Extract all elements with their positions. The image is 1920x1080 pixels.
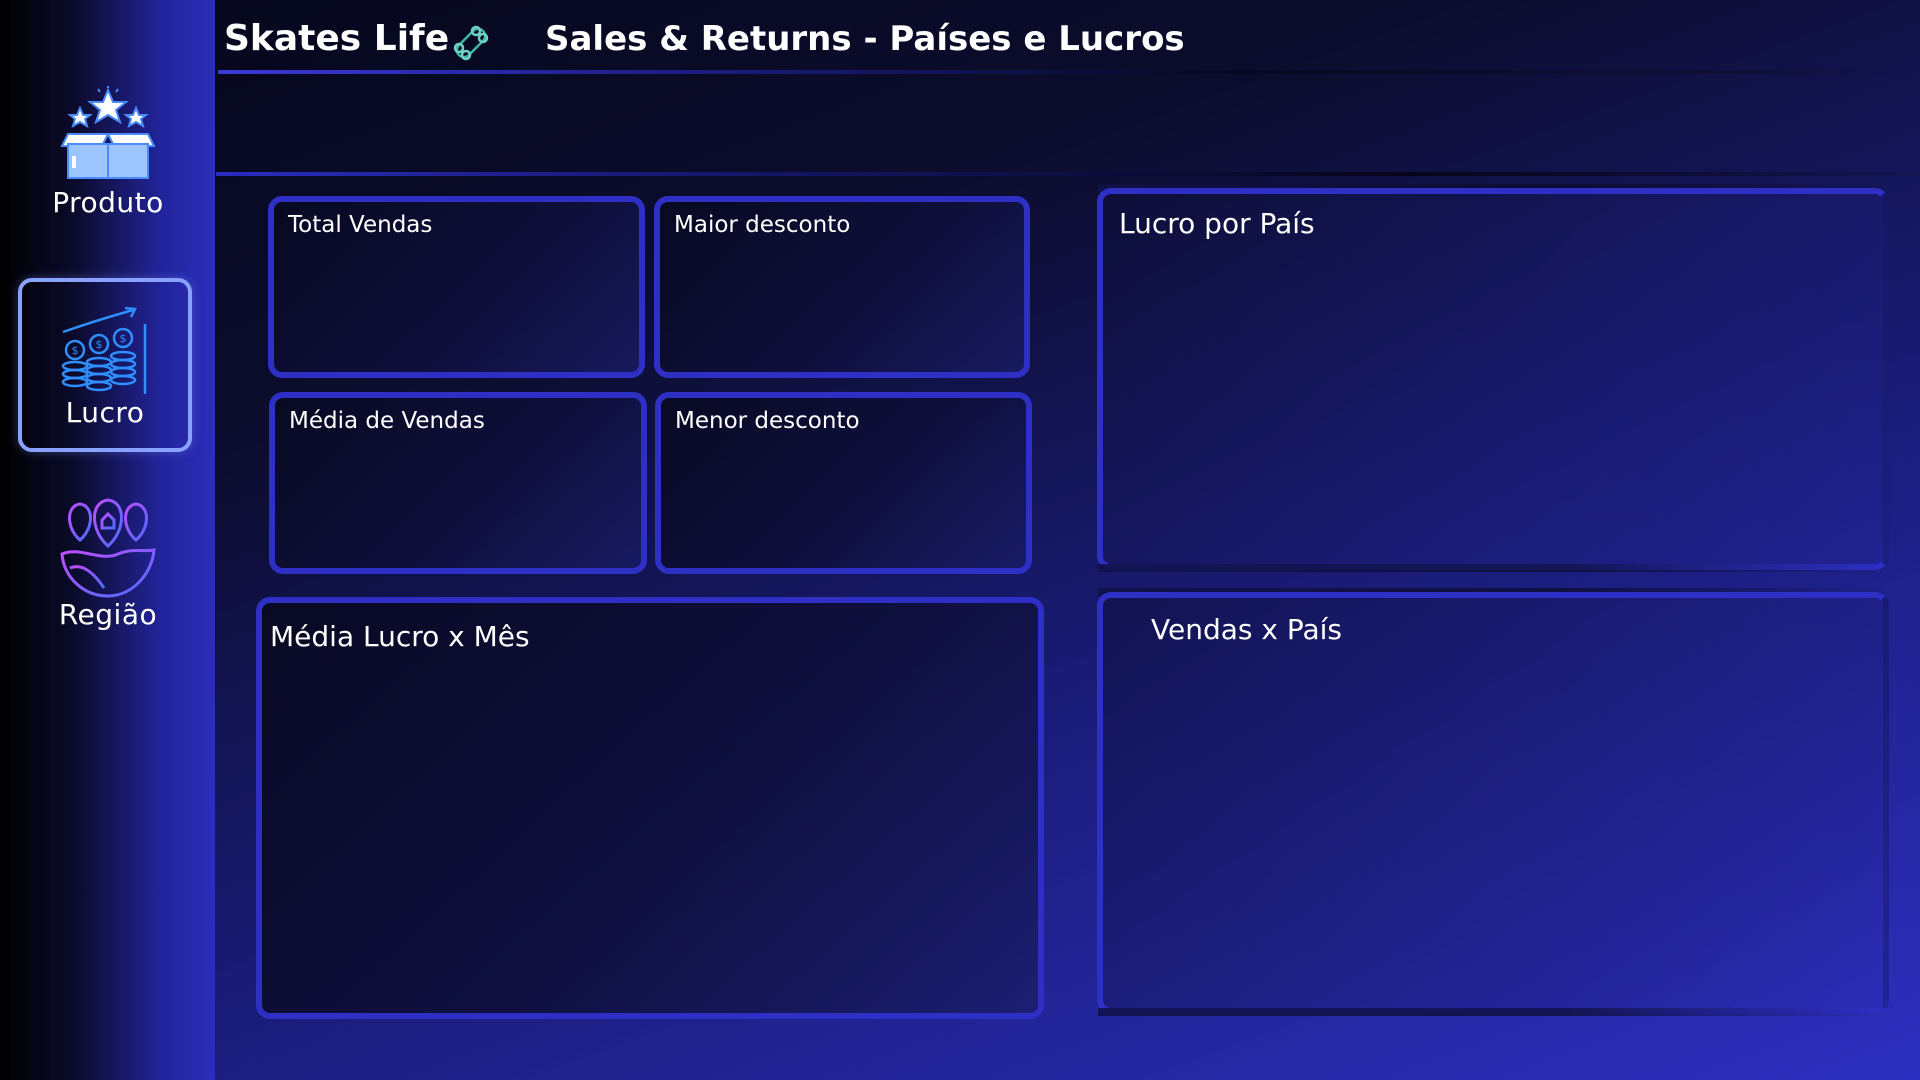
- sidebar-item-label: Região: [58, 598, 158, 631]
- sidebar-item-label: Lucro: [65, 396, 145, 429]
- coins-growth-icon: $ $ $: [61, 306, 147, 394]
- card-shadow-bottom: [1098, 1008, 1888, 1016]
- kpi-card-maior-desconto[interactable]: Maior desconto: [654, 196, 1030, 378]
- svg-text:$: $: [96, 338, 103, 351]
- chart-card-media-lucro-mes[interactable]: Média Lucro x Mês: [256, 597, 1044, 1019]
- kpi-card-media-vendas[interactable]: Média de Vendas: [269, 392, 647, 574]
- card-title: Lucro por País: [1119, 207, 1315, 240]
- chart-card-vendas-pais[interactable]: Vendas x País: [1097, 592, 1889, 1014]
- header-underline: [218, 70, 1918, 74]
- box-stars-icon: [60, 86, 156, 179]
- map-pins-icon: [60, 498, 156, 598]
- card-shadow-bottom: [1098, 564, 1888, 572]
- sidebar-item-label: Produto: [52, 186, 164, 219]
- svg-text:$: $: [120, 332, 127, 345]
- page-title: Sales & Returns - Países e Lucros: [545, 19, 1185, 59]
- chart-card-lucro-pais[interactable]: Lucro por País: [1097, 188, 1889, 570]
- sidebar: Produto $ $ $ Lucro Região: [0, 0, 215, 1080]
- sidebar-item-produto[interactable]: Produto: [20, 86, 196, 236]
- card-title: Maior desconto: [674, 212, 851, 238]
- app-title: Skates Life: [224, 18, 450, 59]
- card-title: Média de Vendas: [289, 408, 485, 434]
- header-divider: [216, 172, 1920, 176]
- skateboard-icon: [453, 25, 489, 61]
- sidebar-item-regiao[interactable]: Região: [20, 496, 196, 646]
- card-title: Vendas x País: [1151, 613, 1342, 646]
- svg-text:$: $: [72, 344, 79, 357]
- kpi-card-total-vendas[interactable]: Total Vendas: [268, 196, 645, 378]
- sidebar-item-lucro[interactable]: $ $ $ Lucro: [18, 278, 192, 452]
- card-title: Média Lucro x Mês: [270, 620, 530, 653]
- card-title: Total Vendas: [288, 212, 433, 238]
- kpi-card-menor-desconto[interactable]: Menor desconto: [655, 392, 1032, 574]
- card-title: Menor desconto: [675, 408, 860, 434]
